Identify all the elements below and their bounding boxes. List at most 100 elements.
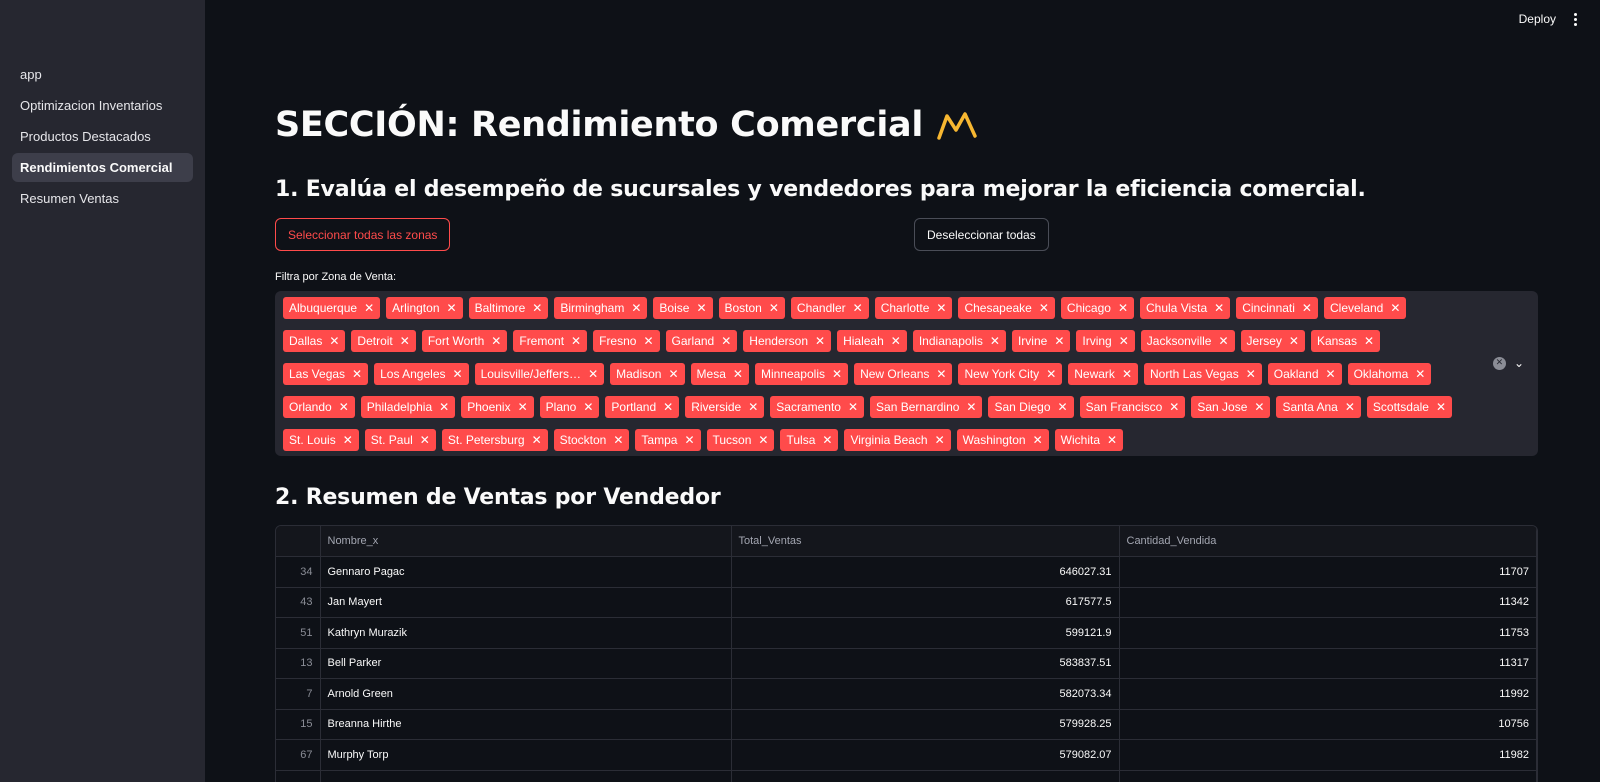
remove-tag-icon[interactable]: ✕ — [1218, 335, 1228, 347]
remove-tag-icon[interactable]: ✕ — [518, 401, 528, 413]
remove-tag-icon[interactable]: ✕ — [1107, 434, 1117, 446]
remove-tag-icon[interactable]: ✕ — [1118, 302, 1128, 314]
zone-tag[interactable]: Garland ✕ — [665, 330, 738, 352]
zone-tag[interactable]: Chesapeake ✕ — [958, 297, 1055, 319]
zone-tag[interactable]: Hialeah ✕ — [837, 330, 907, 352]
remove-tag-icon[interactable]: ✕ — [364, 302, 374, 314]
remove-tag-icon[interactable]: ✕ — [1436, 401, 1446, 413]
zone-tag[interactable]: Oklahoma ✕ — [1347, 363, 1432, 385]
zone-tag[interactable]: Fresno ✕ — [593, 330, 660, 352]
remove-tag-icon[interactable]: ✕ — [1033, 434, 1043, 446]
remove-tag-icon[interactable]: ✕ — [643, 335, 653, 347]
zone-tag[interactable]: Chicago ✕ — [1060, 297, 1134, 319]
table-row[interactable]: 34 Gennaro Pagac 646027.31 11707 — [276, 556, 1537, 588]
zone-tag[interactable]: Baltimore ✕ — [468, 297, 549, 319]
zone-tag[interactable]: Jersey ✕ — [1240, 330, 1305, 352]
remove-tag-icon[interactable]: ✕ — [571, 335, 581, 347]
zone-tag[interactable]: New York City ✕ — [958, 363, 1063, 385]
sidebar-item-app[interactable]: app — [12, 60, 193, 89]
remove-tag-icon[interactable]: ✕ — [1119, 335, 1129, 347]
remove-tag-icon[interactable]: ✕ — [822, 434, 832, 446]
remove-tag-icon[interactable]: ✕ — [1302, 302, 1312, 314]
chevron-down-icon[interactable]: ⌄ — [1514, 356, 1524, 370]
remove-tag-icon[interactable]: ✕ — [1326, 368, 1336, 380]
zone-tag[interactable]: Washington ✕ — [956, 429, 1049, 451]
zone-tag[interactable]: Philadelphia ✕ — [360, 396, 456, 418]
deselect-all-button[interactable]: Deseleccionar todas — [914, 218, 1049, 251]
remove-tag-icon[interactable]: ✕ — [1054, 335, 1064, 347]
table-row[interactable] — [276, 770, 1537, 782]
zone-tag[interactable]: Jacksonville ✕ — [1140, 330, 1235, 352]
sales-table[interactable]: Nombre_x Total_Ventas Cantidad_Vendida 3… — [275, 525, 1538, 782]
zone-tag[interactable]: Orlando ✕ — [283, 396, 355, 418]
sidebar-item-rendimientos-comercial[interactable]: Rendimientos Comercial — [12, 153, 193, 182]
zone-tag[interactable]: Kansas ✕ — [1310, 330, 1381, 352]
zone-tag[interactable]: Fremont ✕ — [513, 330, 588, 352]
remove-tag-icon[interactable]: ✕ — [990, 335, 1000, 347]
zone-tag[interactable]: Madison ✕ — [610, 363, 685, 385]
zone-tag[interactable]: Riverside ✕ — [685, 396, 765, 418]
remove-tag-icon[interactable]: ✕ — [1254, 401, 1264, 413]
remove-tag-icon[interactable]: ✕ — [935, 434, 945, 446]
remove-tag-icon[interactable]: ✕ — [588, 368, 598, 380]
remove-tag-icon[interactable]: ✕ — [1390, 302, 1400, 314]
remove-tag-icon[interactable]: ✕ — [966, 401, 976, 413]
zone-tag[interactable]: Fort Worth ✕ — [421, 330, 508, 352]
table-row[interactable]: 7 Arnold Green 582073.34 11992 — [276, 678, 1537, 710]
zone-tag[interactable]: Mesa ✕ — [690, 363, 749, 385]
zone-tag[interactable]: San Jose ✕ — [1191, 396, 1271, 418]
remove-tag-icon[interactable]: ✕ — [343, 434, 353, 446]
remove-tag-icon[interactable]: ✕ — [936, 368, 946, 380]
remove-tag-icon[interactable]: ✕ — [1058, 401, 1068, 413]
zone-tag[interactable]: Sacramento ✕ — [770, 396, 865, 418]
zone-tag[interactable]: Oakland ✕ — [1267, 363, 1342, 385]
remove-tag-icon[interactable]: ✕ — [748, 401, 758, 413]
remove-tag-icon[interactable]: ✕ — [329, 335, 339, 347]
zone-tag[interactable]: Indianapolis ✕ — [912, 330, 1006, 352]
remove-tag-icon[interactable]: ✕ — [439, 401, 449, 413]
table-row[interactable]: 13 Bell Parker 583837.51 11317 — [276, 648, 1537, 679]
sidebar-item-productos-destacados[interactable]: Productos Destacados — [12, 122, 193, 151]
zone-tag[interactable]: Phoenix ✕ — [461, 396, 534, 418]
zone-tag[interactable]: Irving ✕ — [1076, 330, 1135, 352]
remove-tag-icon[interactable]: ✕ — [769, 302, 779, 314]
zone-tag[interactable]: Las Vegas ✕ — [283, 363, 369, 385]
zone-tag[interactable]: St. Louis ✕ — [283, 429, 359, 451]
table-row[interactable]: 51 Kathryn Murazik 599121.9 11753 — [276, 617, 1537, 649]
zone-tag[interactable]: Irvine ✕ — [1011, 330, 1071, 352]
column-header-nombre[interactable]: Nombre_x — [320, 526, 732, 557]
remove-tag-icon[interactable]: ✕ — [1415, 368, 1425, 380]
remove-tag-icon[interactable]: ✕ — [447, 302, 457, 314]
sidebar-item-optimizacion-inventarios[interactable]: Optimizacion Inventarios — [12, 91, 193, 120]
remove-tag-icon[interactable]: ✕ — [815, 335, 825, 347]
remove-tag-icon[interactable]: ✕ — [758, 434, 768, 446]
zone-tag[interactable]: Stockton ✕ — [553, 429, 630, 451]
zone-tag[interactable]: Cincinnati ✕ — [1236, 297, 1318, 319]
zone-tag[interactable]: Boise ✕ — [653, 297, 713, 319]
zone-tag[interactable]: New Orleans ✕ — [854, 363, 953, 385]
zone-tag[interactable]: Dallas ✕ — [283, 330, 346, 352]
zone-tag[interactable]: San Francisco ✕ — [1079, 396, 1186, 418]
zone-tag[interactable]: Boston ✕ — [718, 297, 785, 319]
remove-tag-icon[interactable]: ✕ — [733, 368, 743, 380]
remove-tag-icon[interactable]: ✕ — [1289, 335, 1299, 347]
zone-tag[interactable]: Chula Vista ✕ — [1140, 297, 1231, 319]
remove-tag-icon[interactable]: ✕ — [491, 335, 501, 347]
zone-tag[interactable]: Scottsdale ✕ — [1366, 396, 1453, 418]
zone-tag[interactable]: Chandler ✕ — [790, 297, 869, 319]
zone-tag[interactable]: North Las Vegas ✕ — [1144, 363, 1262, 385]
zone-tag[interactable]: San Diego ✕ — [988, 396, 1074, 418]
table-row[interactable]: 15 Breanna Hirthe 579928.25 10756 — [276, 709, 1537, 740]
zone-multiselect[interactable]: Albuquerque ✕ Arlington ✕ Baltimore ✕ Birmingh… — [275, 291, 1538, 456]
table-row[interactable]: 43 Jan Mayert 617577.5 11342 — [276, 587, 1537, 618]
zone-tag[interactable]: Santa Ana ✕ — [1276, 396, 1361, 418]
remove-tag-icon[interactable]: ✕ — [721, 335, 731, 347]
remove-tag-icon[interactable]: ✕ — [663, 401, 673, 413]
sidebar-item-resumen-ventas[interactable]: Resumen Ventas — [12, 184, 193, 213]
remove-tag-icon[interactable]: ✕ — [1214, 302, 1224, 314]
zone-tag[interactable]: Charlotte ✕ — [874, 297, 953, 319]
zone-tag[interactable]: Wichita ✕ — [1054, 429, 1124, 451]
remove-tag-icon[interactable]: ✕ — [1039, 302, 1049, 314]
remove-tag-icon[interactable]: ✕ — [532, 302, 542, 314]
remove-tag-icon[interactable]: ✕ — [339, 401, 349, 413]
